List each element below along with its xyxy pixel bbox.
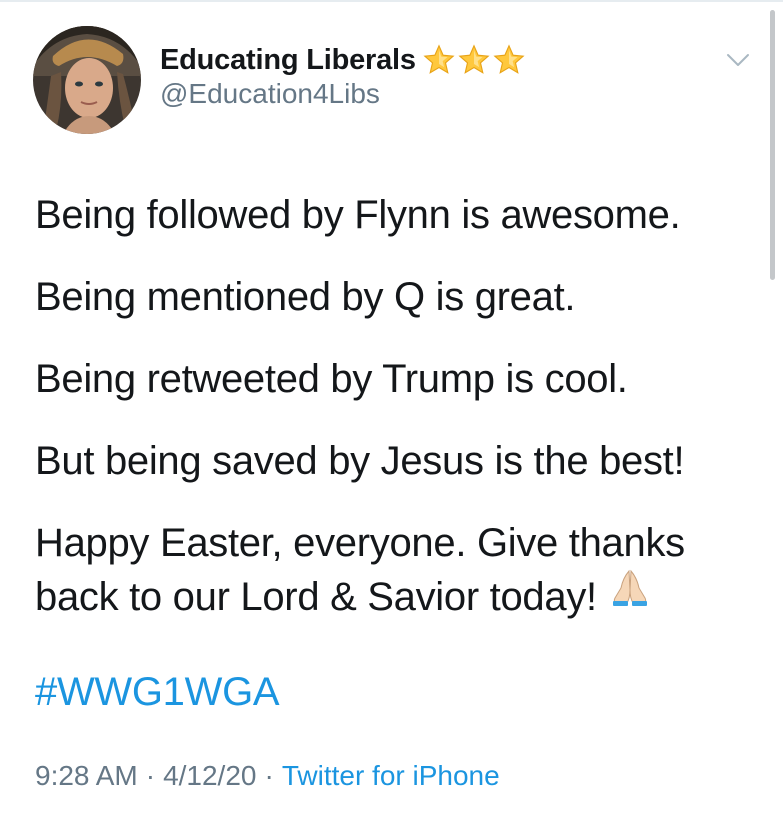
tweet-line-with-emoji: back to our Lord & Savior today! bbox=[35, 570, 765, 626]
tweet-line: Being mentioned by Q is great. bbox=[35, 275, 576, 319]
tweet-line: But being saved by Jesus is the best! bbox=[35, 439, 685, 483]
display-name[interactable]: Educating Liberals bbox=[160, 44, 416, 77]
user-handle[interactable]: @Education4Libs bbox=[160, 78, 380, 110]
tweet-line: Being followed by Flynn is awesome. bbox=[35, 193, 681, 237]
tweet-source-link[interactable]: Twitter for iPhone bbox=[282, 760, 500, 792]
tweet-line: Being retweeted by Trump is cool. bbox=[35, 357, 628, 401]
star-badges bbox=[422, 43, 527, 77]
separator-dot: · bbox=[145, 760, 156, 791]
top-divider bbox=[0, 0, 783, 2]
tweet-text: Being followed by Flynn is awesome. Bein… bbox=[35, 188, 765, 626]
tweet-date: 4/12/20 bbox=[163, 760, 257, 791]
hashtag-link[interactable]: #WWG1WGA bbox=[35, 665, 280, 719]
display-name-row: Educating Liberals bbox=[160, 40, 527, 80]
tweet-meta: 9:28 AM · 4/12/20 · Twitter for iPhone bbox=[35, 760, 500, 792]
avatar[interactable] bbox=[33, 26, 141, 134]
avatar-photo bbox=[33, 26, 141, 134]
tweet-line: Happy Easter, everyone. Give thanks bbox=[35, 521, 685, 565]
separator-dot: · bbox=[264, 760, 274, 791]
scrollbar[interactable] bbox=[770, 10, 775, 280]
star-icon bbox=[423, 44, 455, 74]
star-icon bbox=[493, 44, 525, 74]
folded-hands-icon bbox=[609, 566, 651, 620]
star-icon bbox=[458, 44, 490, 74]
chevron-down-icon[interactable] bbox=[724, 50, 752, 70]
tweet-time: 9:28 AM bbox=[35, 760, 138, 791]
tweet-line: back to our Lord & Savior today! bbox=[35, 575, 597, 619]
